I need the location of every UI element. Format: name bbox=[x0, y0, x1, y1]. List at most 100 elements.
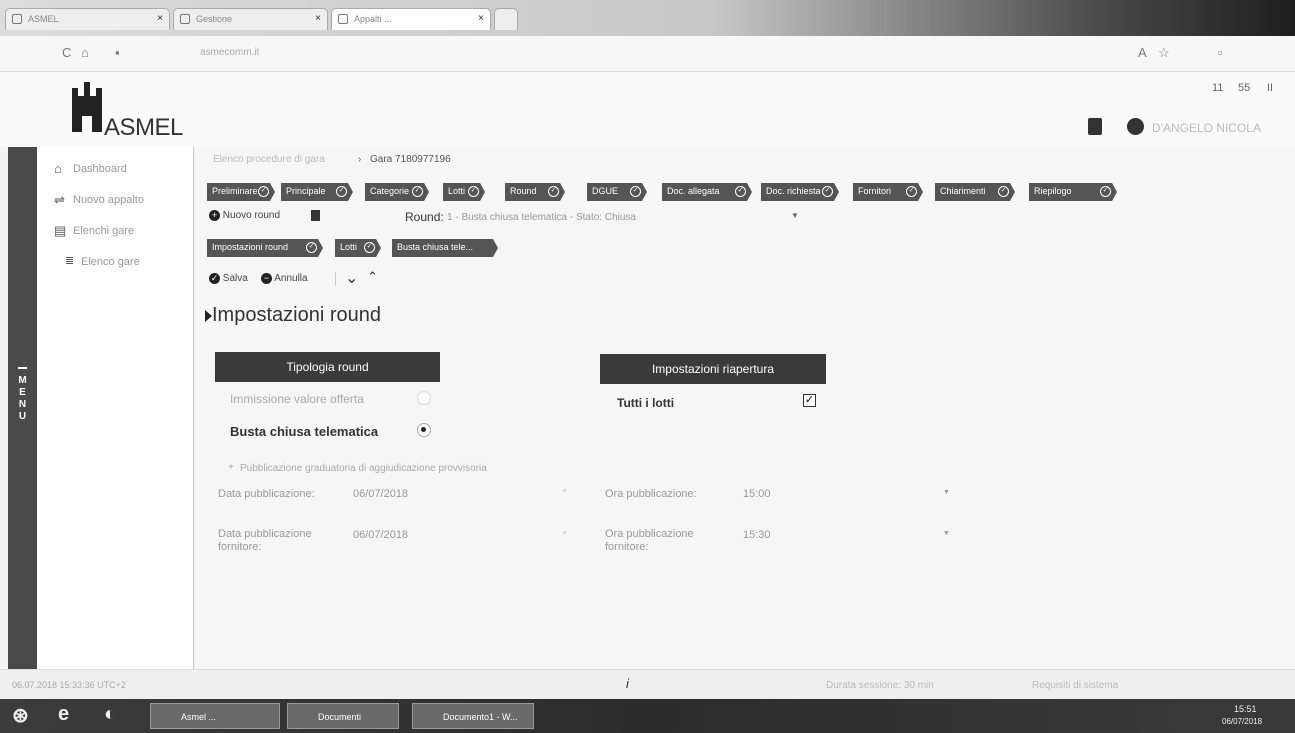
sidebar-item-new-tender[interactable]: Nuovo appalto bbox=[73, 194, 144, 206]
right-control[interactable]: 55 bbox=[1238, 82, 1250, 94]
check-circle-icon: ✓ bbox=[1100, 186, 1111, 197]
supplier-date-field[interactable]: 06/07/2018 bbox=[353, 529, 408, 541]
home-icon[interactable]: ⌂ bbox=[81, 45, 89, 60]
subtab-lots[interactable]: Lotti ✓ bbox=[335, 239, 381, 257]
check-circle-icon: ✓ bbox=[548, 186, 559, 197]
sealed-envelope-option[interactable]: Busta chiusa telematica bbox=[230, 424, 378, 439]
reopening-settings-header: Impostazioni riapertura bbox=[600, 354, 826, 384]
app-header: ASMEL D'ANGELO NICOLA 11 55 II bbox=[0, 72, 1295, 147]
step-riepilogo[interactable]: Riepilogo ✓ bbox=[1029, 183, 1117, 201]
step-dgue[interactable]: DGUE ✓ bbox=[587, 183, 647, 201]
sidebar-item-tender-lists[interactable]: Elenchi gare bbox=[73, 225, 134, 237]
publication-link[interactable]: Pubblicazione graduatoria di aggiudicazi… bbox=[240, 463, 487, 474]
pub-date-field[interactable]: 06/07/2018 bbox=[353, 488, 408, 500]
url-field[interactable]: asmecomm.it bbox=[200, 47, 259, 58]
calendar-icon[interactable]: ▫ bbox=[563, 527, 566, 537]
step-label: Riepilogo bbox=[1034, 186, 1072, 196]
lock-icon: ▪ bbox=[115, 45, 120, 60]
round-select[interactable]: 1 - Busta chiusa telematica - Stato: Chi… bbox=[447, 212, 636, 223]
minus-circle-icon: − bbox=[261, 273, 272, 284]
sidebar-item-dashboard[interactable]: Dashboard bbox=[73, 163, 127, 175]
divider bbox=[335, 272, 336, 286]
firefox-icon[interactable]: ◐ bbox=[104, 703, 116, 726]
step-doc-allegata[interactable]: Doc. allegata ✓ bbox=[662, 183, 752, 201]
step-label: Preliminare bbox=[212, 186, 258, 196]
supplier-date-label: Data pubblicazione fornitore: bbox=[218, 528, 312, 553]
taskbar-item-documents[interactable]: Documenti bbox=[287, 703, 399, 729]
step-label: Categorie bbox=[370, 186, 410, 196]
new-round-button[interactable]: + Nuovo round bbox=[209, 210, 280, 221]
all-lots-checkbox[interactable]: ✓ bbox=[803, 394, 816, 407]
clock-time: 15:51 bbox=[1234, 704, 1257, 714]
offer-value-radio[interactable] bbox=[417, 391, 431, 405]
close-icon[interactable]: × bbox=[157, 13, 163, 24]
step-categorie[interactable]: Categorie ✓ bbox=[365, 183, 429, 201]
supplier-time-field[interactable]: 15:30 bbox=[743, 529, 771, 541]
menu-rail[interactable]: MENU bbox=[8, 147, 37, 669]
plus-circle-icon: + bbox=[209, 210, 220, 221]
main-content: Elenco procedure di gara › Gara 71809771… bbox=[195, 147, 1295, 669]
round-label: Round: bbox=[405, 210, 444, 224]
browser-tab[interactable]: Gestione × bbox=[173, 8, 328, 30]
chevron-down-icon[interactable]: ▼ bbox=[943, 489, 950, 496]
close-icon[interactable]: × bbox=[478, 13, 484, 24]
check-circle-icon: ✓ bbox=[364, 242, 375, 253]
status-bar: 06.07.2018 15:33:36 UTC+2 i Durata sessi… bbox=[0, 669, 1295, 699]
taskbar-item-word[interactable]: Documento1 - W... bbox=[412, 703, 534, 729]
offer-value-option[interactable]: Immissione valore offerta bbox=[230, 392, 364, 406]
ie-icon[interactable]: e bbox=[58, 703, 69, 726]
taskbar-item-label: Documenti bbox=[318, 712, 362, 722]
step-fornitori[interactable]: Fornitori ✓ bbox=[853, 183, 923, 201]
extension-icon[interactable]: ▫ bbox=[1218, 45, 1223, 60]
save-button[interactable]: ✓ Salva bbox=[209, 273, 248, 284]
check-circle-icon: ✓ bbox=[258, 186, 269, 197]
right-control[interactable]: II bbox=[1267, 82, 1273, 94]
subtab-round-settings[interactable]: Impostazioni round ✓ bbox=[207, 239, 323, 257]
user-avatar-icon[interactable] bbox=[1127, 118, 1144, 135]
calendar-icon[interactable]: ▫ bbox=[563, 485, 566, 495]
browser-tab[interactable]: ASMEL × bbox=[5, 8, 170, 30]
trash-icon[interactable] bbox=[311, 210, 320, 221]
taskbar-item-browser[interactable]: Asmel ... bbox=[150, 703, 280, 729]
check-circle-icon: ✓ bbox=[906, 186, 917, 197]
step-lotti[interactable]: Lotti ✓ bbox=[443, 183, 485, 201]
chevron-down-icon[interactable]: ▼ bbox=[943, 530, 950, 537]
system-requirements-link[interactable]: Requisiti di sistema bbox=[1032, 680, 1118, 691]
tab-label: Gestione bbox=[196, 14, 233, 24]
subtab-sealed-envelope[interactable]: Busta chiusa tele... bbox=[392, 239, 498, 257]
breadcrumb-separator: › bbox=[358, 154, 362, 165]
new-tab-button[interactable] bbox=[494, 8, 518, 30]
chevrons-down-icon[interactable]: ⌄ bbox=[345, 268, 358, 288]
document-icon[interactable] bbox=[1088, 118, 1102, 135]
close-icon[interactable]: × bbox=[315, 13, 321, 24]
sidebar-subitem-tender-list[interactable]: Elenco gare bbox=[81, 256, 140, 268]
check-circle-icon: ✓ bbox=[735, 186, 746, 197]
step-principale[interactable]: Principale ✓ bbox=[281, 183, 353, 201]
browser-tab-strip: ASMEL × Gestione × Appalti ... × bbox=[0, 0, 1295, 36]
translate-icon[interactable]: A bbox=[1138, 45, 1147, 60]
start-icon[interactable]: ⊛ bbox=[12, 703, 29, 728]
breadcrumb-procedures[interactable]: Elenco procedure di gara bbox=[213, 154, 325, 165]
step-preliminare[interactable]: Preliminare ✓ bbox=[207, 183, 275, 201]
sealed-envelope-radio[interactable] bbox=[417, 423, 431, 437]
info-icon[interactable]: i bbox=[626, 676, 629, 691]
chevron-down-icon[interactable]: ▼ bbox=[791, 211, 799, 220]
step-round[interactable]: Round ✓ bbox=[505, 183, 565, 201]
save-label: Salva bbox=[222, 273, 248, 285]
step-doc-richiesta[interactable]: Doc. richiesta ✓ bbox=[761, 183, 839, 201]
cancel-button[interactable]: − Annulla bbox=[261, 273, 308, 284]
pub-time-field[interactable]: 15:00 bbox=[743, 488, 771, 500]
right-control[interactable]: 11 bbox=[1212, 82, 1223, 94]
browser-tab-active[interactable]: Appalti ... × bbox=[331, 8, 491, 30]
home-icon: ⌂ bbox=[54, 161, 62, 176]
pub-time-label: Ora pubblicazione: bbox=[605, 488, 697, 500]
step-chiarimenti[interactable]: Chiarimenti ✓ bbox=[935, 183, 1015, 201]
check-circle-icon: ✓ bbox=[822, 186, 833, 197]
user-name[interactable]: D'ANGELO NICOLA bbox=[1152, 121, 1261, 135]
chevrons-up-icon[interactable]: ⌃ bbox=[367, 269, 378, 285]
star-icon[interactable]: ☆ bbox=[1158, 45, 1170, 61]
expand-icon[interactable]: + bbox=[228, 462, 234, 473]
all-lots-label: Tutti i lotti bbox=[617, 396, 675, 410]
reload-icon[interactable]: C bbox=[62, 45, 71, 60]
tab-label: Appalti ... bbox=[354, 14, 392, 24]
